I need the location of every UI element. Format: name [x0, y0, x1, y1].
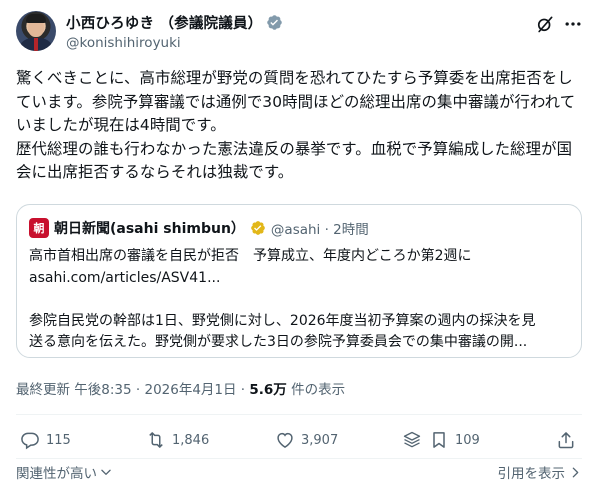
verified-badge-icon	[267, 15, 283, 30]
avatar[interactable]	[16, 11, 56, 51]
like-count: 3,907	[301, 432, 339, 448]
asahi-logo-icon: 朝	[29, 218, 49, 238]
repost-button[interactable]: 1,846	[146, 426, 209, 454]
repost-count: 1,846	[172, 432, 210, 448]
quoted-excerpt-line-1: 参院自民党の幹部は1日、野党側に対し、2026年度当初予算案の週内の採決を見	[29, 312, 536, 329]
quoted-card-header: 朝 朝日新聞(asahi shimbun） @asahi · 2時間	[29, 218, 369, 238]
quoted-source-handle: @asahi · 2時間	[270, 222, 369, 238]
bookmark-button[interactable]: 109	[429, 426, 480, 454]
like-button[interactable]: 3,907	[275, 426, 338, 454]
post: 小西ひろゆき （参議院議員） @konishihiroyuki 驚くべきことに、…	[0, 0, 598, 494]
divider-top	[16, 414, 582, 415]
quoted-card-text: 高市首相出席の審議を自民が拒否 予算成立、年度内どころか第2週に asahi.c…	[29, 246, 574, 354]
post-body: 驚くべきことに、高市総理が野党の質問を恐れてひたすら予算委を出席拒否をしています…	[16, 69, 576, 181]
post-meta: 最終更新 午後8:35 · 2026年4月1日 · 5.6万 件の表示	[16, 378, 345, 398]
post-timestamp[interactable]: 最終更新 午後8:35 · 2026年4月1日 ·	[16, 382, 249, 398]
chevron-right-icon	[572, 467, 579, 477]
reply-icon	[21, 432, 39, 450]
author-display-name[interactable]: 小西ひろゆき （参議院議員）	[66, 12, 262, 33]
verified-gold-badge-icon	[251, 221, 265, 235]
avatar-tie	[34, 38, 38, 51]
divider-bottom	[16, 458, 582, 459]
view-count-suffix: 件の表示	[286, 382, 346, 398]
stack-icon	[403, 431, 421, 448]
view-count: 5.6万	[249, 382, 287, 398]
more-icon[interactable]	[563, 14, 583, 34]
sort-replies-dropdown[interactable]: 関連性が高い	[16, 462, 113, 482]
quoted-article-card[interactable]: 朝 朝日新聞(asahi shimbun） @asahi · 2時間 高市首相出…	[16, 204, 582, 358]
view-quotes-label: 引用を表示	[497, 466, 566, 482]
bookmark-count: 109	[455, 432, 480, 448]
chevron-down-icon	[101, 469, 111, 475]
action-bar: 115 1,846 3,907 109	[16, 426, 582, 454]
quoted-spacer	[29, 289, 574, 311]
grok-icon[interactable]	[535, 14, 555, 34]
quoted-source-name: 朝日新聞(asahi shimbun）	[54, 221, 245, 237]
share-icon	[558, 432, 574, 449]
author-handle[interactable]: @konishihiroyuki	[66, 35, 181, 51]
reply-button[interactable]: 115	[20, 426, 71, 454]
quoted-link[interactable]: asahi.com/articles/ASV41...	[29, 268, 574, 290]
view-quotes-link[interactable]: 引用を表示	[498, 462, 583, 482]
avatar-hair	[26, 14, 46, 23]
like-icon	[277, 432, 293, 448]
bookmark-icon	[433, 432, 445, 448]
reply-count: 115	[46, 432, 71, 448]
quoted-excerpt-line-2: 送る意向を伝えた。野党側が要求した3日の参院予算委員会での集中審議の開...	[29, 334, 528, 350]
repost-icon	[149, 432, 163, 448]
stack-button[interactable]	[402, 426, 422, 454]
author-name-row[interactable]: 小西ひろゆき （参議院議員）	[66, 12, 283, 33]
sort-label: 関連性が高い	[16, 466, 97, 482]
quoted-headline: 高市首相出席の審議を自民が拒否 予算成立、年度内どころか第2週に	[29, 248, 472, 264]
share-button[interactable]	[556, 426, 576, 454]
